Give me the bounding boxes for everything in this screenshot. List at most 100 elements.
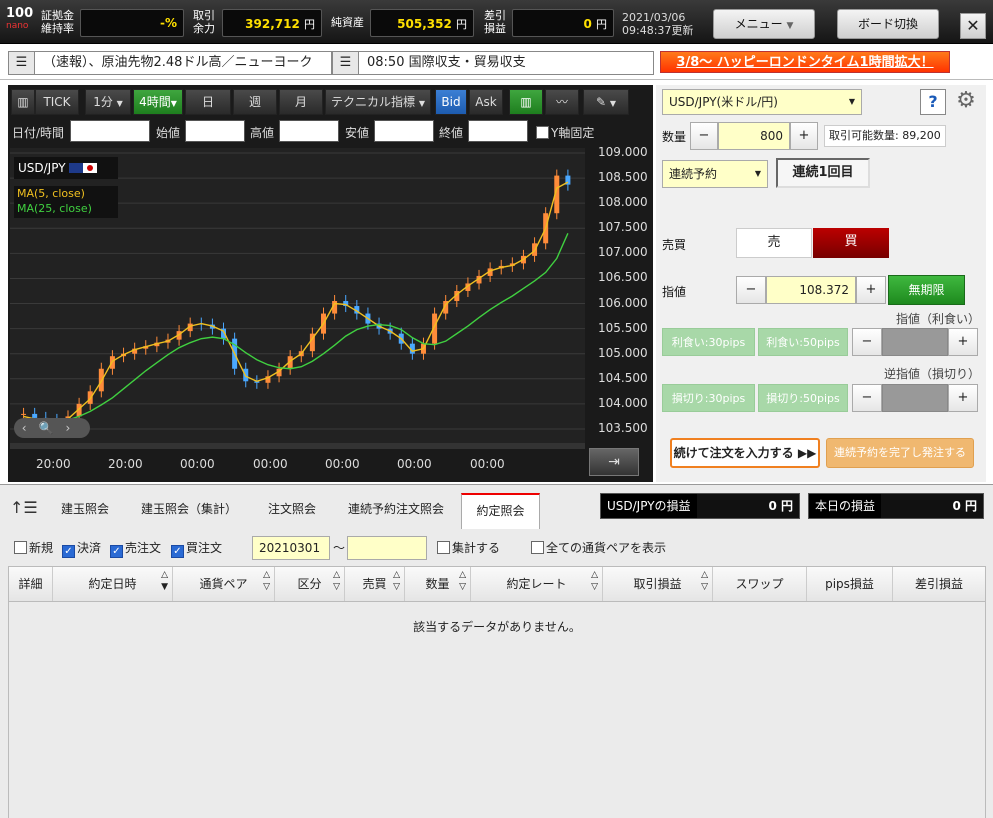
- date-to-input[interactable]: [347, 536, 427, 560]
- tp-minus-button[interactable]: −: [852, 328, 882, 356]
- ma25-line: [23, 233, 569, 422]
- take-profit-30-button[interactable]: 利食い:30pips: [662, 328, 755, 356]
- checkbox-icon: [536, 126, 549, 139]
- checkbox-icon: [437, 541, 450, 554]
- continue-order-button[interactable]: 続けて注文を入力する ▶▶: [670, 438, 820, 468]
- tab-continuous-orders[interactable]: 連続予約注文照会: [334, 493, 458, 527]
- line-chart-icon[interactable]: 〰: [545, 89, 579, 115]
- news-item-1[interactable]: ☰ （速報）、原油先物2.48ドル高／ニューヨーク: [8, 51, 332, 75]
- help-button[interactable]: ?: [920, 89, 946, 115]
- board-switch-button[interactable]: ボード切換: [837, 9, 939, 39]
- order-mode-select[interactable]: 連続予約 ▼: [662, 160, 768, 188]
- ask-button[interactable]: Ask: [469, 89, 503, 115]
- chevron-down-icon: ▼: [116, 99, 123, 108]
- currency-pair-select[interactable]: USD/JPY(米ドル/円) ▼: [662, 89, 862, 115]
- column-header-sortable[interactable]: 数量 △ ▽: [405, 567, 471, 601]
- aggregate-checkbox[interactable]: 集計する: [437, 539, 500, 556]
- stop-loss-input[interactable]: [882, 384, 948, 412]
- column-header-sortable[interactable]: 取引損益 △ ▽: [603, 567, 713, 601]
- timeframe-4h-button[interactable]: 4時間▼: [133, 89, 183, 115]
- sl-minus-button[interactable]: −: [852, 384, 882, 412]
- y-tick-label: 108.500: [598, 170, 648, 185]
- chart-nav-controls[interactable]: ‹🔍›: [14, 418, 90, 438]
- chevron-down-icon: ▼: [170, 99, 177, 108]
- top-status-bar: 100 nano 証拠金 維持率 -% 取引 余力 392,712 円 純資産 5…: [0, 0, 993, 44]
- buy-button[interactable]: 買: [813, 228, 889, 258]
- column-header: pips損益: [807, 567, 893, 601]
- news-item-2[interactable]: ☰ 08:50 国際収支・貿易収支: [332, 51, 654, 75]
- date-time-label: 日付/時間: [12, 126, 65, 140]
- close-button[interactable]: ✕: [960, 13, 986, 39]
- price-plus-button[interactable]: +: [856, 276, 886, 304]
- list-icon: ☰: [333, 52, 359, 74]
- net-assets-label: 純資産: [331, 16, 364, 29]
- promo-banner[interactable]: 3/8～ ハッピーロンドンタイム1時間拡大！: [660, 51, 950, 73]
- tab-executions[interactable]: 約定照会: [461, 493, 540, 529]
- sell-button[interactable]: 売: [736, 228, 812, 258]
- chevron-down-icon: ▼: [418, 99, 425, 108]
- column-header-sortable[interactable]: 売買 △ ▽: [345, 567, 405, 601]
- expiry-select[interactable]: 無期限: [888, 275, 965, 305]
- take-profit-label: 指値（利食い）: [896, 312, 981, 326]
- candle: [21, 413, 27, 415]
- pl-value: 0 円: [512, 9, 614, 37]
- date-range-tilde: ～: [333, 541, 346, 555]
- column-header-sortable[interactable]: 約定レート △ ▽: [471, 567, 603, 601]
- day-button[interactable]: 日: [185, 89, 231, 115]
- scroll-to-latest-button[interactable]: ⇥: [589, 448, 639, 476]
- sort-list-icon[interactable]: ↑☰: [10, 498, 38, 517]
- sl-plus-button[interactable]: +: [948, 384, 978, 412]
- tab-orders[interactable]: 注文照会: [254, 493, 330, 527]
- available-value: 392,712 円: [222, 9, 322, 37]
- filter-buy-checkbox[interactable]: ✓ 買注文: [171, 539, 222, 558]
- price-minus-button[interactable]: −: [736, 276, 766, 304]
- interval-select[interactable]: 1分 ▼: [85, 89, 131, 115]
- flag-icon: [69, 163, 84, 173]
- quantity-label: 数量: [662, 130, 687, 144]
- x-tick-label: 20:00: [36, 457, 71, 471]
- column-header-sortable[interactable]: 通貨ペア △ ▽: [173, 567, 275, 601]
- candle-chart-icon[interactable]: ▥: [11, 89, 35, 115]
- filter-new-checkbox[interactable]: 新規: [14, 539, 53, 556]
- bid-button[interactable]: Bid: [435, 89, 467, 115]
- gear-icon[interactable]: ⚙: [952, 87, 980, 115]
- menu-button[interactable]: メニュー ▼: [713, 9, 815, 39]
- quantity-input[interactable]: 800: [718, 122, 790, 150]
- chart-scrollbar[interactable]: [10, 443, 585, 449]
- show-all-pairs-checkbox[interactable]: 全ての通貨ペアを表示: [531, 539, 666, 556]
- y-tick-label: 107.500: [598, 220, 648, 235]
- tab-positions-summary[interactable]: 建玉照会（集計）: [128, 493, 250, 527]
- drawing-tool-icon[interactable]: ✎ ▼: [583, 89, 629, 115]
- quantity-minus-button[interactable]: −: [690, 122, 718, 150]
- y-axis-fix-checkbox[interactable]: Y軸固定: [536, 124, 594, 141]
- tick-button[interactable]: TICK: [35, 89, 79, 115]
- available-label: 取引 余力: [193, 9, 215, 35]
- column-header-sortable[interactable]: 約定日時 △ ▼: [53, 567, 173, 601]
- date-from-input[interactable]: 20210301: [252, 536, 330, 560]
- today-pl-box: 本日の損益 0 円: [808, 493, 984, 519]
- filter-settle-checkbox[interactable]: ✓ 決済: [62, 539, 101, 558]
- tab-positions[interactable]: 建玉照会: [46, 493, 124, 527]
- column-header-sortable[interactable]: 区分 △ ▽: [275, 567, 345, 601]
- stop-loss-50-button[interactable]: 損切り:50pips: [758, 384, 848, 412]
- take-profit-50-button[interactable]: 利食い:50pips: [758, 328, 848, 356]
- open-field: [185, 120, 245, 142]
- date-time-field: [70, 120, 150, 142]
- filter-sell-checkbox[interactable]: ✓ 売注文: [110, 539, 161, 558]
- chart-pair-label: USD/JPY: [14, 157, 118, 179]
- complete-order-button[interactable]: 連続予約を完了し発注する: [826, 438, 974, 468]
- sort-icon: △ ▽: [393, 570, 400, 592]
- tp-plus-button[interactable]: +: [948, 328, 978, 356]
- week-button[interactable]: 週: [233, 89, 277, 115]
- price-input[interactable]: 108.372: [766, 276, 856, 304]
- month-button[interactable]: 月: [279, 89, 323, 115]
- y-tick-label: 105.500: [598, 320, 648, 335]
- take-profit-input[interactable]: [882, 328, 948, 356]
- stop-loss-30-button[interactable]: 損切り:30pips: [662, 384, 755, 412]
- candlestick-icon[interactable]: ▥: [509, 89, 543, 115]
- y-tick-label: 106.000: [598, 295, 648, 310]
- column-header: 差引損益: [914, 577, 963, 591]
- continuous-round-display: 連続1回目: [776, 158, 870, 188]
- quantity-plus-button[interactable]: +: [790, 122, 818, 150]
- technical-indicators-select[interactable]: テクニカル指標 ▼: [325, 89, 431, 115]
